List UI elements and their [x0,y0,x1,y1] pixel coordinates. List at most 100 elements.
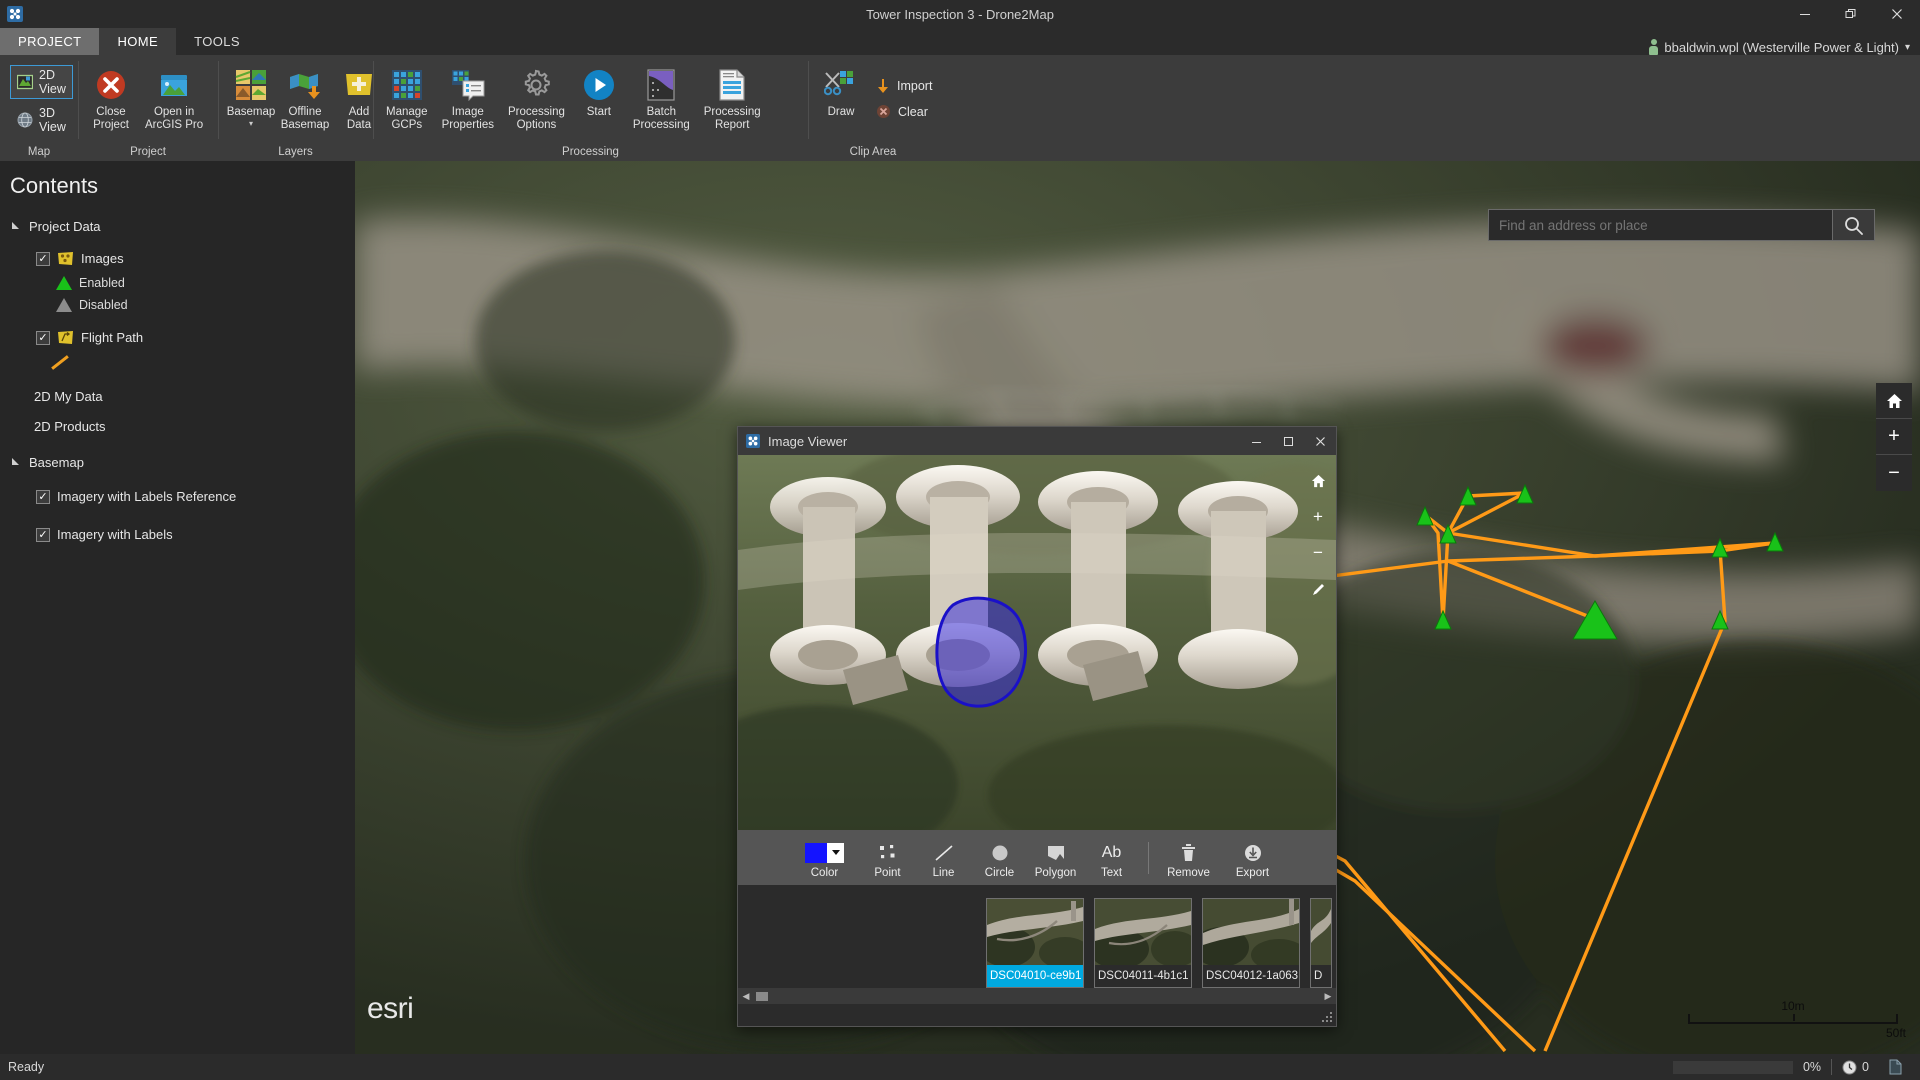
tool-export[interactable]: Export [1221,837,1285,879]
layer-checkbox-imagery-reference[interactable]: ✓ [36,489,50,504]
button-batch-processing[interactable]: Batch Processing [626,63,697,134]
minimize-button[interactable] [1782,0,1828,28]
line-label: Line [932,866,955,879]
scrollbar-thumb[interactable] [756,991,768,1001]
color-picker[interactable]: Color [790,837,860,879]
thumbnail-label: DSC04010-ce9b1 [987,965,1083,987]
thumbnail-item[interactable]: DSC04011-4b1c1 [1094,898,1192,988]
legend-label-disabled: Disabled [79,298,128,312]
viewer-zoom-out-button[interactable]: − [1304,535,1332,571]
tree-item-2d-products[interactable]: 2D Products [8,411,355,441]
layer-checkbox-imagery-labels[interactable]: ✓ [36,527,50,542]
avatar [1649,39,1659,55]
tab-tools[interactable]: TOOLS [176,28,258,55]
3d-view-label: 3D View [39,106,66,134]
thumbnail-item[interactable]: DSC04012-1a063 [1202,898,1300,988]
resize-grip[interactable] [1321,1011,1333,1023]
tab-project[interactable]: PROJECT [0,28,100,55]
layer-item-flight-path[interactable]: ✓ Flight Path [8,324,355,351]
thumbnail-item[interactable]: DSC04010-ce9b1 [986,898,1084,988]
layer-item-imagery-with-labels[interactable]: ✓ Imagery with Labels [8,521,355,548]
color-swatch-icon[interactable] [805,842,844,864]
thumbnail-strip[interactable]: DSC04010-ce9b1 DSC04011-4b1c1 DSC04012-1… [738,885,1336,1026]
expand-caret-icon[interactable] [12,221,22,231]
button-2d-view[interactable]: 2D View [10,65,73,99]
restore-button[interactable] [1828,0,1874,28]
button-basemap[interactable]: Basemap ▾ [224,63,278,131]
window-title-bar: Tower Inspection 3 - Drone2Map [0,0,1920,28]
button-manage-gcps[interactable]: Manage GCPs [379,63,435,134]
tree-group-project-data[interactable]: Project Data [8,213,355,239]
image-properties-icon [451,66,485,104]
tree-group-basemap[interactable]: Basemap [8,449,355,475]
home-button[interactable] [1876,383,1912,419]
thumbnail-image [1311,899,1331,965]
layer-checkbox-flight-path[interactable]: ✓ [36,330,50,345]
layer-item-imagery-with-labels-reference[interactable]: ✓ Imagery with Labels Reference [8,483,355,510]
tool-point[interactable]: Point [860,837,916,879]
drone2map-logo-icon [4,3,26,25]
button-import[interactable]: Import [872,77,936,95]
tool-polygon[interactable]: Polygon [1028,837,1084,879]
button-processing-options[interactable]: Processing Options [501,63,572,134]
layer-item-images[interactable]: ✓ Images [8,245,355,272]
polygon-annotation[interactable] [738,455,1336,830]
layer-label-imagery-labels: Imagery with Labels [57,527,173,542]
clear-x-icon [876,104,891,119]
grey-triangle-icon [56,298,72,312]
zoom-in-button[interactable]: + [1876,419,1912,455]
task-count[interactable]: 0 [1832,1060,1879,1075]
close-button[interactable] [1874,0,1920,28]
search-input[interactable] [1488,209,1833,241]
expand-caret-icon[interactable] [12,457,22,467]
viewer-zoom-in-button[interactable]: + [1304,499,1332,535]
thumbnail-item[interactable]: D [1310,898,1332,988]
button-3d-view[interactable]: 3D View [10,103,73,137]
circle-icon [991,842,1009,864]
image-viewer-close-button[interactable] [1304,427,1336,455]
window-title: Tower Inspection 3 - Drone2Map [866,6,1054,22]
viewer-home-button[interactable] [1304,463,1332,499]
legend-item-enabled: Enabled [8,272,355,294]
image-viewer-maximize-button[interactable] [1272,427,1304,455]
viewer-edit-pencil-button[interactable] [1304,571,1332,607]
tree-item-2d-my-data[interactable]: 2D My Data [8,381,355,411]
account-menu[interactable]: bbaldwin.wpl (Westerville Power & Light)… [1649,39,1920,55]
button-clear[interactable]: Clear [872,103,936,120]
ribbon-group-clip-area: Draw Import Clear Clip Area [808,55,938,161]
image-viewer-canvas[interactable]: + − [738,455,1336,830]
image-viewer-title-bar[interactable]: Image Viewer [738,427,1336,455]
search-button[interactable] [1833,209,1875,241]
thumbnail-image [1203,899,1299,965]
scroll-left-arrow-icon[interactable]: ◀ [738,991,754,1002]
button-image-properties[interactable]: Image Properties [435,63,501,134]
tool-text[interactable]: Ab Text [1084,837,1140,879]
point-label: Point [874,866,901,879]
button-offline-basemap[interactable]: Offline Basemap [278,63,332,134]
tab-home[interactable]: HOME [99,28,177,55]
tool-line[interactable]: Line [916,837,972,879]
button-draw[interactable]: Draw [814,63,868,122]
chevron-down-icon[interactable] [827,842,844,863]
chevron-down-icon[interactable]: ▾ [249,119,253,128]
scroll-right-arrow-icon[interactable]: ▶ [1320,991,1336,1002]
zoom-out-button[interactable]: − [1876,455,1912,491]
polygon-icon [1047,842,1065,864]
progress-bar [1672,1060,1793,1074]
button-open-in-arcgis-pro[interactable]: Open in ArcGIS Pro [138,63,210,134]
image-viewer-window[interactable]: Image Viewer + − Color Point Line Circle… [737,426,1337,1027]
layer-checkbox-images[interactable]: ✓ [36,251,50,266]
main-area: Contents Project Data ✓ Images Enabled D… [0,161,1920,1054]
tool-circle[interactable]: Circle [972,837,1028,879]
button-start[interactable]: Start [572,63,626,122]
tool-remove[interactable]: Remove [1157,837,1221,879]
green-triangle-icon [56,276,72,290]
button-processing-report[interactable]: Processing Report [697,63,768,134]
map-view[interactable]: + − esri 10m 50ft [355,161,1920,1054]
scale-bar: 10m 50ft [1688,999,1906,1040]
button-close-project[interactable]: Close Project [84,63,138,134]
image-viewer-minimize-button[interactable] [1240,427,1272,455]
thumbnail-scrollbar[interactable]: ◀ ▶ [738,988,1336,1004]
document-status[interactable] [1879,1059,1912,1075]
clock-icon [1842,1060,1857,1075]
